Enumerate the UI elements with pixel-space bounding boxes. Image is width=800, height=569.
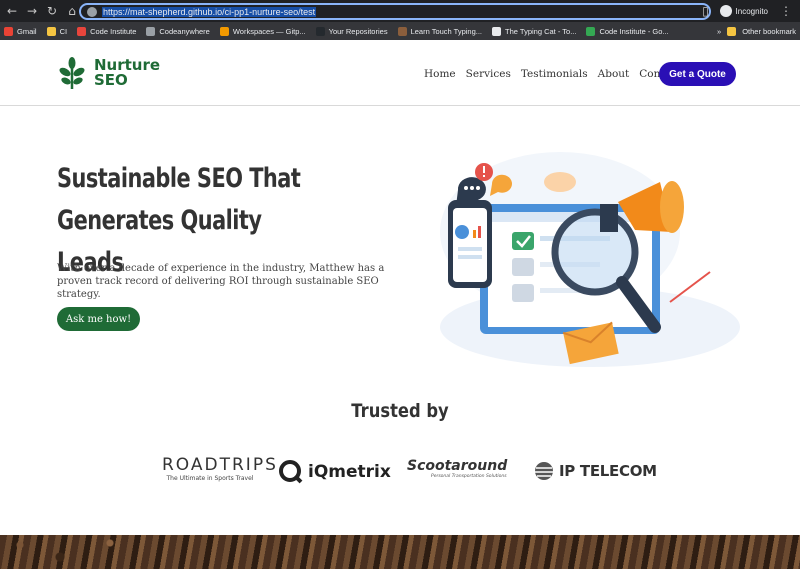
nav-home[interactable]: Home xyxy=(424,68,456,80)
incognito-icon xyxy=(719,5,732,17)
nav-services[interactable]: Services xyxy=(466,68,511,80)
bookmark-item[interactable]: Code Institute - Go... xyxy=(586,26,669,36)
incognito-label: Incognito xyxy=(735,6,768,16)
bookmark-favicon-icon xyxy=(219,26,229,36)
hero-title-line-1: Sustainable SEO That xyxy=(57,163,301,194)
bookmark-item[interactable]: The Typing Cat - To... xyxy=(492,26,577,36)
bookmark-favicon-icon xyxy=(146,26,156,36)
bookmark-label: Gmail xyxy=(17,26,37,36)
bookmark-label: CI xyxy=(59,26,68,36)
forward-icon[interactable]: → xyxy=(24,3,40,19)
iqmetrix-logo: iQmetrix xyxy=(278,459,391,485)
bookmark-item[interactable]: Workspaces — Gitp... xyxy=(219,26,306,36)
get-quote-button[interactable]: Get a Quote xyxy=(659,62,736,86)
soil-banner-image xyxy=(0,535,800,569)
bookmark-favicon-icon xyxy=(397,26,407,36)
logo-line-2: SEO xyxy=(94,71,128,89)
bookmark-label: Code Institute xyxy=(90,26,137,36)
iqmetrix-icon xyxy=(279,460,303,484)
bookmark-label: Code Institute - Go... xyxy=(599,26,669,36)
bookmark-favicon-icon xyxy=(315,26,325,36)
bookmark-item[interactable]: Gmail xyxy=(4,26,37,36)
other-bookmarks[interactable]: Other bookmark xyxy=(742,27,796,36)
scootaround-tagline: Personal Transportation Solutions xyxy=(431,474,507,479)
nav-testimonials[interactable]: Testimonials xyxy=(521,68,588,80)
ask-me-how-button[interactable]: Ask me how! xyxy=(57,307,140,331)
site-logo[interactable]: Nurture SEO xyxy=(58,55,160,91)
menu-icon[interactable]: ⋮ xyxy=(778,3,794,19)
bookmark-label: Learn Touch Typing... xyxy=(410,26,483,36)
bookmark-label: Codeanywhere xyxy=(159,26,210,36)
folder-icon xyxy=(727,26,737,36)
bookmark-favicon-icon xyxy=(77,26,87,36)
bookmark-favicon-icon xyxy=(586,26,596,36)
nav-about[interactable]: About xyxy=(598,68,630,80)
trusted-heading: Trusted by xyxy=(351,400,449,422)
scootaround-wordmark: Scootaround xyxy=(407,458,508,474)
home-icon[interactable]: ⌂ xyxy=(64,3,80,19)
scootaround-logo: Scootaround Personal Transportation Solu… xyxy=(407,458,507,479)
roadtrips-tagline: The Ultimate in Sports Travel xyxy=(166,475,254,482)
roadtrips-logo: ROADTRIPS The Ultimate in Sports Travel xyxy=(162,455,278,482)
side-panel-icon[interactable]: ▯ xyxy=(698,3,714,19)
bookmark-label: Workspaces — Gitp... xyxy=(232,26,306,36)
site-header: Nurture SEO Home Services Testimonials A… xyxy=(0,40,800,106)
bookmark-item[interactable]: Learn Touch Typing... xyxy=(397,26,483,36)
bookmark-favicon-icon xyxy=(492,26,502,36)
site-info-icon[interactable] xyxy=(87,6,97,17)
sprout-icon xyxy=(59,57,85,89)
reload-icon[interactable]: ↻ xyxy=(44,3,60,19)
main-nav: Home Services Testimonials About Contact xyxy=(424,68,681,80)
bookmark-item[interactable]: Codeanywhere xyxy=(146,26,210,36)
hero-text: With over a decade of experience in the … xyxy=(57,263,385,300)
globe-icon xyxy=(535,462,553,480)
bookmark-favicon-icon xyxy=(46,26,56,36)
bookmark-item[interactable]: CI xyxy=(46,26,68,36)
bookmark-item[interactable]: Your Repositories xyxy=(315,26,388,36)
browser-toolbar: ← → ↻ ⌂ https://mat-shepherd.github.io/c… xyxy=(0,0,800,22)
incognito-badge[interactable]: Incognito xyxy=(719,5,768,17)
bookmarks-overflow-icon[interactable]: » xyxy=(717,27,721,36)
bookmark-item[interactable]: Code Institute xyxy=(77,26,137,36)
web-page: Nurture SEO Home Services Testimonials A… xyxy=(0,40,800,569)
address-bar[interactable]: https://mat-shepherd.github.io/ci-pp1-nu… xyxy=(79,3,711,20)
client-logos: ROADTRIPS The Ultimate in Sports Travel … xyxy=(0,455,800,495)
bookmarks-bar: Gmail CI Code Institute Codeanywhere Workspa… xyxy=(0,22,800,40)
back-icon[interactable]: ← xyxy=(4,3,20,19)
bookmark-label: The Typing Cat - To... xyxy=(505,26,577,36)
iptelecom-wordmark: IP TELECOM xyxy=(559,462,657,480)
iqmetrix-wordmark: iQmetrix xyxy=(308,462,391,482)
iptelecom-logo: IP TELECOM xyxy=(534,461,657,481)
roadtrips-wordmark: ROADTRIPS xyxy=(162,455,278,475)
seo-illustration xyxy=(440,152,740,367)
bookmark-favicon-icon xyxy=(4,26,13,36)
bookmark-label: Your Repositories xyxy=(328,26,388,36)
address-url[interactable]: https://mat-shepherd.github.io/ci-pp1-nu… xyxy=(102,6,317,17)
